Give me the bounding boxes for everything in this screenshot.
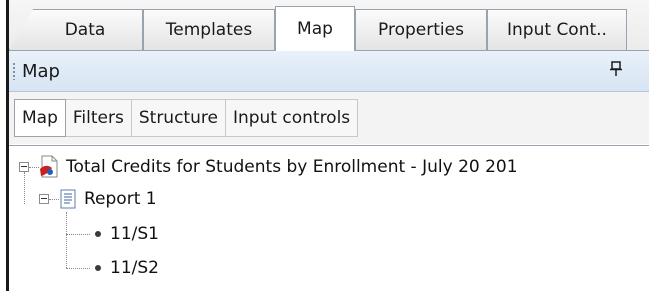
subtab-label: Structure bbox=[138, 108, 218, 128]
subtab-structure[interactable]: Structure bbox=[132, 100, 226, 136]
tree-node-section[interactable]: 11/S1 bbox=[110, 221, 159, 247]
pin-icon-glyph bbox=[610, 61, 622, 76]
tab-data[interactable]: Data bbox=[9, 9, 143, 50]
tree-connector bbox=[66, 212, 67, 268]
subtab-map[interactable]: Map bbox=[14, 99, 66, 137]
tab-label: Properties bbox=[378, 20, 464, 40]
subtab-input-controls[interactable]: Input controls bbox=[226, 100, 357, 136]
subtab-label: Filters bbox=[72, 108, 124, 128]
tree-node-report[interactable]: Report 1 bbox=[59, 186, 157, 212]
tab-map[interactable]: Map bbox=[275, 6, 355, 51]
subtab-bar: Map Filters Structure Input controls bbox=[9, 92, 649, 144]
subtab-row: Map Filters Structure Input controls bbox=[14, 99, 359, 137]
panel-title: Map bbox=[22, 60, 60, 82]
tree-connector bbox=[66, 268, 90, 269]
tree-connector bbox=[24, 172, 25, 204]
pin-icon[interactable] bbox=[609, 61, 623, 81]
bullet-icon bbox=[95, 231, 101, 237]
tab-label: Map bbox=[297, 19, 333, 39]
top-tab-strip: Data Templates Map Properties Input Cont… bbox=[9, 0, 649, 51]
tab-label: Data bbox=[64, 20, 106, 40]
tab-label: Input Cont.. bbox=[507, 20, 607, 40]
tree-node-label: Report 1 bbox=[84, 189, 157, 209]
map-tree: Total Credits for Students by Enrollment… bbox=[9, 145, 649, 291]
panel-header: Map bbox=[9, 51, 649, 92]
subtab-filters[interactable]: Filters bbox=[66, 100, 132, 136]
subtab-label: Input controls bbox=[232, 108, 351, 128]
tab-templates[interactable]: Templates bbox=[143, 9, 275, 50]
tree-connector bbox=[66, 234, 90, 235]
drag-grip-icon[interactable] bbox=[12, 62, 16, 80]
bullet-icon bbox=[95, 265, 101, 271]
tree-node-document[interactable]: Total Credits for Students by Enrollment… bbox=[38, 154, 518, 180]
document-icon bbox=[40, 155, 58, 178]
tab-input-controls[interactable]: Input Cont.. bbox=[487, 9, 627, 50]
tree-node-section[interactable]: 11/S2 bbox=[110, 255, 159, 281]
report-icon bbox=[60, 189, 76, 209]
tab-label: Templates bbox=[165, 20, 253, 40]
tab-properties[interactable]: Properties bbox=[355, 9, 487, 50]
tree-node-label: 11/S1 bbox=[110, 224, 159, 244]
collapse-toggle-report[interactable] bbox=[39, 194, 49, 204]
tree-connector bbox=[49, 199, 59, 200]
map-panel-frame: Data Templates Map Properties Input Cont… bbox=[6, 0, 649, 291]
collapse-toggle-document[interactable] bbox=[19, 162, 29, 172]
tree-node-label: Total Credits for Students by Enrollment… bbox=[66, 157, 518, 177]
subtab-label: Map bbox=[22, 108, 58, 128]
tree-node-label: 11/S2 bbox=[110, 258, 159, 278]
